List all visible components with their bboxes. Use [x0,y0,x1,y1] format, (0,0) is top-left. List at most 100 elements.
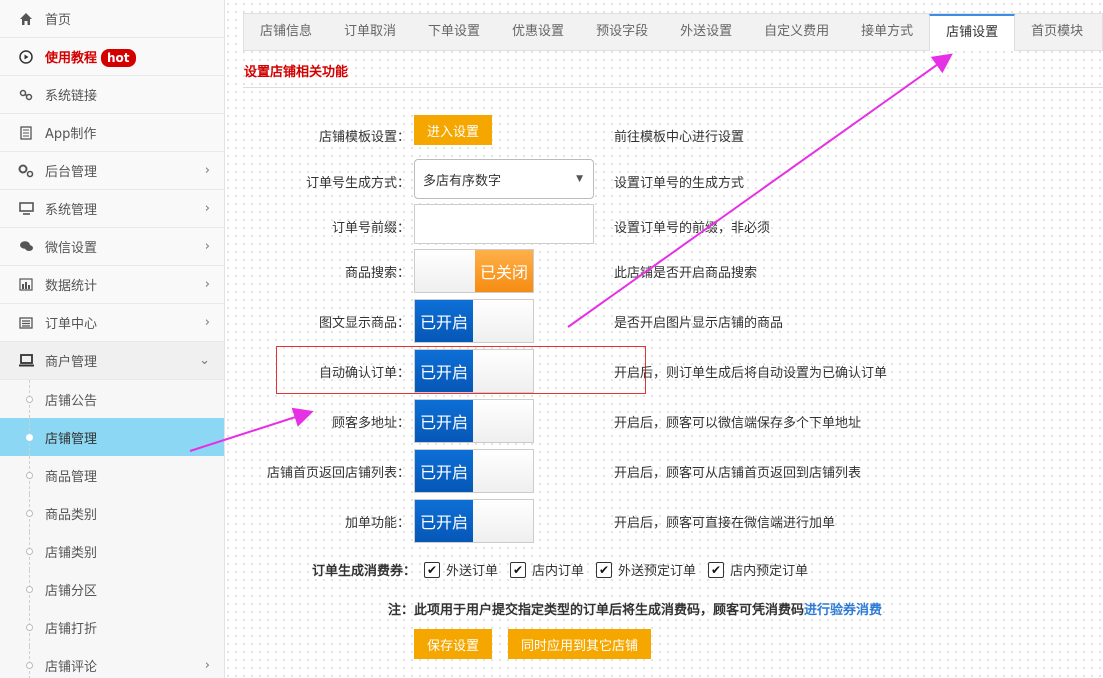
tab-home-modules[interactable]: 首页模块 [1015,14,1099,50]
tab-delivery-settings[interactable]: 外送设置 [664,14,748,50]
checkbox-dinein-order[interactable]: ✔ [510,561,527,578]
sidebar-item-label: 数据统计 [45,279,98,294]
multi-address-desc: 开启后，顾客可以微信端保存多个下单地址 [614,416,862,431]
select-value: 多店有序数字 [423,173,502,189]
checkbox-delivery-reserve[interactable]: ✔ [596,561,613,578]
sidebar-subitem-store-discount[interactable]: 店铺打折 [0,608,224,646]
order-prefix-label: 订单号前缀： [331,221,410,236]
image-display-desc: 是否开启图片显示店铺的商品 [614,316,784,331]
chevron-right-icon: › [204,315,210,330]
add-order-label: 加单功能： [344,516,410,531]
tab-order-accept[interactable]: 接单方式 [845,14,929,50]
toggle-blank [473,350,533,392]
multi-address-label: 顾客多地址： [331,416,410,431]
tab-store-info[interactable]: 店铺信息 [244,14,328,50]
product-search-toggle[interactable]: 已关闭 [414,249,534,293]
multi-address-toggle[interactable]: 已开启 [414,399,534,443]
sidebar-item-label: 系统管理 [45,203,98,218]
sidebar-item-label: 微信设置 [45,241,98,256]
verify-voucher-link[interactable]: 进行验券消费 [804,603,882,618]
template-label: 店铺模板设置： [318,130,410,145]
sidebar-item-orders[interactable]: 订单中心 › [0,304,224,342]
voucher-options: 订单生成消费券： ✔ 外送订单 ✔ 店内订单 ✔ 外送预定订单 ✔ 店内预定订单 [312,560,816,579]
template-desc: 前往模板中心进行设置 [614,130,745,145]
list-icon [18,315,34,331]
toggle-blank [473,450,533,492]
sidebar-subitem-store-notice[interactable]: 店铺公告 [0,380,224,418]
checkbox-delivery-order[interactable]: ✔ [424,561,441,578]
sidebar: 首页 使用教程 hot 系统链接 App制作 后台管理 › 系统管理 › 微信设… [0,0,225,678]
save-settings-button[interactable]: 保存设置 [414,629,493,659]
sidebar-item-label: 首页 [45,13,72,28]
sidebar-subitem-store-category[interactable]: 店铺类别 [0,532,224,570]
sidebar-item-label: 商户管理 [45,355,98,370]
tab-order-settings[interactable]: 下单设置 [412,14,496,50]
toggle-blank [473,500,533,542]
add-order-toggle[interactable]: 已开启 [414,499,534,543]
checkbox-label: 外送订单 [446,564,499,579]
image-display-toggle[interactable]: 已开启 [414,299,534,343]
play-circle-icon [18,49,34,65]
home-icon [18,11,34,27]
sidebar-subitem-store-reviews[interactable]: 店铺评论 › [0,646,224,678]
caret-down-icon: ▼ [576,174,583,184]
sidebar-item-backend[interactable]: 后台管理 › [0,152,224,190]
enter-settings-button[interactable]: 进入设置 [414,115,493,145]
sidebar-item-merchant[interactable]: 商户管理 ⌄ [0,342,224,380]
tab-bar: 店铺信息 订单取消 下单设置 优惠设置 预设字段 外送设置 自定义费用 接单方式… [243,13,1103,51]
add-order-desc: 开启后，顾客可直接在微信端进行加单 [614,516,836,531]
toggle-state: 已开启 [415,450,473,492]
sidebar-item-label: 系统链接 [45,89,98,104]
chevron-right-icon: › [204,201,210,216]
back-to-list-desc: 开启后，顾客可从店铺首页返回到店铺列表 [614,466,862,481]
subitem-label: 店铺类别 [45,545,98,561]
product-search-desc: 此店铺是否开启商品搜索 [614,266,758,281]
sidebar-item-tutorial[interactable]: 使用教程 hot [0,38,224,76]
subitem-label: 商品类别 [45,507,98,523]
tab-custom-fees[interactable]: 自定义费用 [748,14,845,50]
sidebar-subitem-store-region[interactable]: 店铺分区 [0,570,224,608]
chevron-right-icon: › [204,239,210,254]
checkbox-label: 外送预定订单 [618,564,697,579]
sidebar-item-stats[interactable]: 数据统计 › [0,266,224,304]
sidebar-item-system[interactable]: 系统管理 › [0,190,224,228]
toggle-state: 已开启 [415,400,473,442]
subitem-label: 店铺打折 [45,621,98,637]
note-text: 注：此项用于用户提交指定类型的订单后将生成消费码，顾客可凭消费码 [388,603,805,618]
laptop-icon [18,353,34,369]
back-to-list-toggle[interactable]: 已开启 [414,449,534,493]
subitem-label: 店铺分区 [45,583,98,599]
file-icon [18,125,34,141]
sidebar-item-system-links[interactable]: 系统链接 [0,76,224,114]
checkbox-dinein-reserve[interactable]: ✔ [708,561,725,578]
chevron-right-icon: › [204,163,210,178]
subitem-label: 商品管理 [45,469,98,485]
order-prefix-input[interactable] [414,204,594,244]
sidebar-item-label: 订单中心 [45,317,98,332]
sidebar-item-home[interactable]: 首页 [0,0,224,38]
sidebar-item-label: App制作 [45,127,97,142]
sidebar-subitem-product-category[interactable]: 商品类别 [0,494,224,532]
back-to-list-label: 店铺首页返回店铺列表： [266,466,410,481]
sidebar-item-app[interactable]: App制作 [0,114,224,152]
hot-badge: hot [101,48,136,67]
voucher-label: 订单生成消费券： [312,564,417,579]
subitem-label: 店铺评论 [45,659,98,675]
order-no-mode-select[interactable]: 多店有序数字 ▼ [414,159,594,199]
sidebar-subitem-store-manage[interactable]: 店铺管理 [0,418,224,456]
chevron-down-icon: ⌄ [199,353,210,368]
tab-preset-fields[interactable]: 预设字段 [580,14,664,50]
tab-store-settings[interactable]: 店铺设置 [929,14,1016,51]
toggle-blank [473,400,533,442]
sidebar-item-label: 使用教程 hot [45,47,224,67]
auto-confirm-toggle[interactable]: 已开启 [414,349,534,393]
subitem-label: 店铺管理 [45,431,98,447]
tab-discount-settings[interactable]: 优惠设置 [496,14,580,50]
sidebar-item-wechat[interactable]: 微信设置 › [0,228,224,266]
apply-to-all-button[interactable]: 同时应用到其它店铺 [508,629,652,659]
voucher-note: 注：此项用于用户提交指定类型的订单后将生成消费码，顾客可凭消费码进行验券消费 [388,599,882,618]
sidebar-subitem-product-manage[interactable]: 商品管理 [0,456,224,494]
bar-chart-icon [18,277,34,293]
toggle-state: 已开启 [415,300,473,342]
tab-order-cancel[interactable]: 订单取消 [328,14,412,50]
